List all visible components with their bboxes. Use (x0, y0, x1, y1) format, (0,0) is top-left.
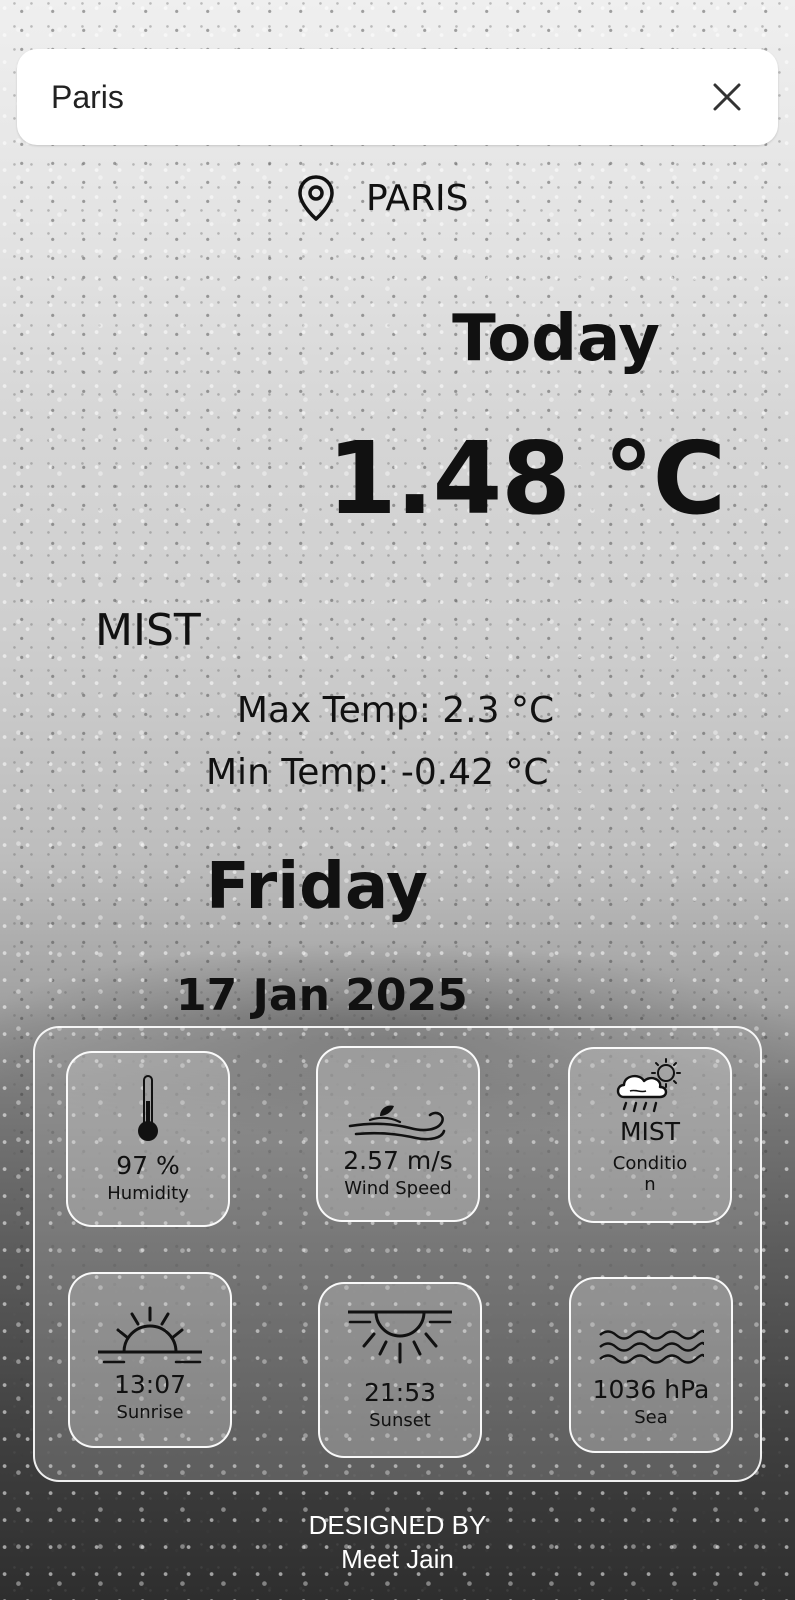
sunrise-label: Sunrise (116, 1402, 184, 1423)
wind-icon (348, 1105, 446, 1141)
sea-pressure-value: 1036 hPa (592, 1375, 710, 1404)
day-name: Friday (206, 850, 428, 924)
wind-speed-tile: 2.57 m/s Wind Speed (316, 1046, 480, 1222)
location-row: PARIS (296, 170, 469, 226)
weather-condition: MIST (95, 605, 201, 656)
sea-pressure-label: Sea (634, 1407, 668, 1428)
sunset-label: Sunset (369, 1410, 431, 1431)
sunset-tile: 21:53 Sunset (318, 1282, 482, 1458)
search-bar[interactable] (17, 49, 778, 145)
current-date: 17 Jan 2025 (176, 970, 468, 1021)
wind-speed-value: 2.57 m/s (343, 1146, 453, 1175)
sunset-icon (348, 1310, 452, 1364)
thermometer-icon (138, 1075, 158, 1141)
condition-label-line2: n (644, 1174, 656, 1196)
cloud-rain-sun-icon (616, 1058, 681, 1113)
waves-icon (599, 1329, 704, 1364)
clear-search-button[interactable] (707, 77, 747, 117)
sunrise-tile: 13:07 Sunrise (68, 1272, 232, 1448)
sunrise-value: 13:07 (113, 1370, 187, 1399)
current-temperature: 1.48 °C (327, 420, 726, 537)
humidity-label: Humidity (107, 1183, 189, 1204)
condition-tile: MIST Conditio n (568, 1047, 732, 1223)
sunrise-icon (98, 1306, 202, 1364)
humidity-value: 97 % (116, 1151, 180, 1180)
max-temp: Max Temp: 2.3 °C (0, 690, 795, 731)
footer-author: Meet Jain (341, 1544, 454, 1574)
humidity-tile: 97 % Humidity (66, 1051, 230, 1227)
location-name: PARIS (366, 177, 469, 219)
search-input[interactable] (51, 71, 651, 123)
footer-designed-by: DESIGNED BY (308, 1510, 487, 1540)
map-pin-icon (298, 175, 334, 221)
footer-credits: DESIGNED BY Meet Jain (0, 1508, 795, 1576)
condition-value: MIST (619, 1117, 681, 1146)
close-icon (713, 83, 741, 111)
wind-speed-label: Wind Speed (344, 1178, 452, 1199)
min-temp: Min Temp: -0.42 °C (206, 752, 549, 793)
today-heading: Today (452, 302, 660, 376)
sea-pressure-tile: 1036 hPa Sea (569, 1277, 733, 1453)
sunset-value: 21:53 (363, 1378, 437, 1407)
max-temp-text: Max Temp: 2.3 °C (236, 690, 555, 731)
